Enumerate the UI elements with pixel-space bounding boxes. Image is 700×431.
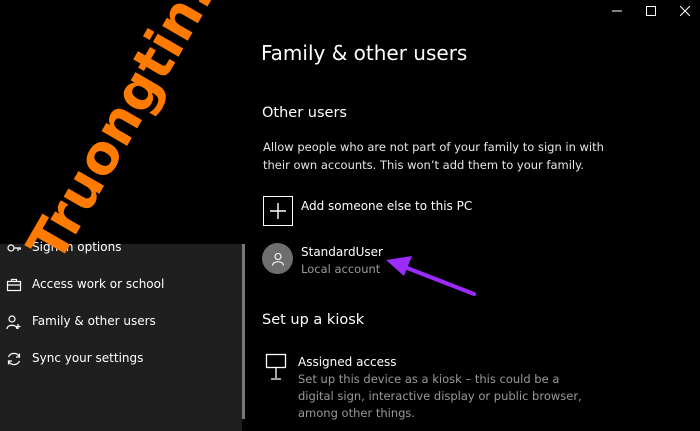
add-user-button[interactable] xyxy=(263,196,293,226)
add-user-label[interactable]: Add someone else to this PC xyxy=(301,199,472,213)
page-title: Family & other users xyxy=(261,41,468,65)
annotation-arrow xyxy=(386,256,476,296)
sidebar-nav-panel: Sign-in options Access work or school Fa… xyxy=(0,240,242,431)
briefcase-icon xyxy=(6,278,22,292)
sync-icon xyxy=(7,352,21,366)
person-add-icon xyxy=(6,315,21,330)
sidebar-item-access-work[interactable]: Access work or school xyxy=(0,269,242,301)
other-users-heading: Other users xyxy=(262,105,347,121)
assigned-access-link[interactable]: Assigned access xyxy=(298,355,397,369)
sidebar-item-label: Access work or school xyxy=(32,277,165,291)
kiosk-heading: Set up a kiosk xyxy=(262,312,365,328)
assigned-access-description: Set up this device as a kiosk – this cou… xyxy=(298,372,582,420)
main-content: Family & other users Other users Allow p… xyxy=(245,0,700,431)
other-users-description: Allow people who are not part of your fa… xyxy=(263,140,604,172)
sidebar-item-family-other-users[interactable]: Family & other users xyxy=(0,306,242,338)
sidebar-item-sync-settings[interactable]: Sync your settings xyxy=(0,343,242,375)
user-name[interactable]: StandardUser xyxy=(301,245,383,259)
avatar[interactable] xyxy=(262,243,293,274)
sidebar-item-label: Family & other users xyxy=(32,314,156,328)
kiosk-icon xyxy=(265,353,287,380)
plus-icon xyxy=(270,203,286,219)
user-account-type: Local account xyxy=(301,262,381,276)
person-icon xyxy=(271,252,284,266)
sidebar-item-label: Sync your settings xyxy=(32,351,144,365)
